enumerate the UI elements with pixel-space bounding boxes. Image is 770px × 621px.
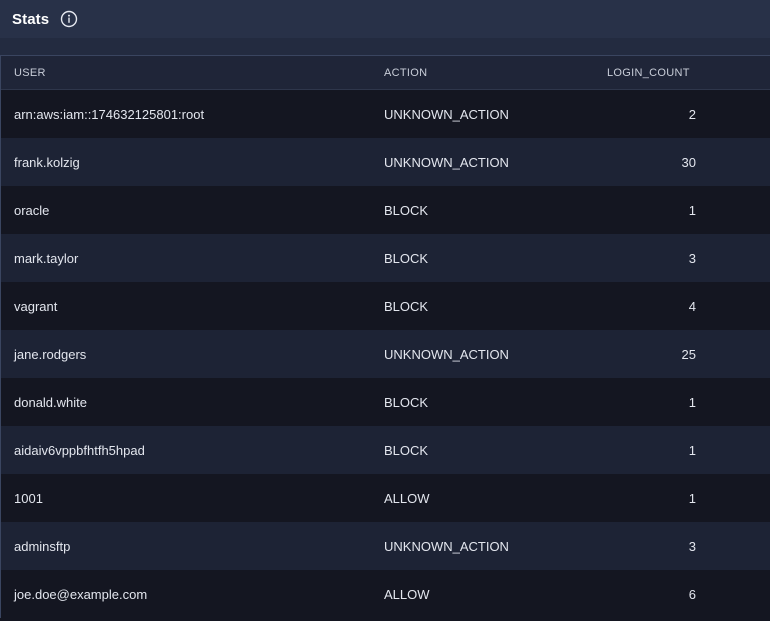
cell-user: 1001 [14, 490, 43, 506]
cell-login-count: 25 [681, 346, 696, 362]
cell-login-count: 1 [688, 490, 696, 506]
table-row[interactable]: vagrant BLOCK 4 [1, 282, 770, 330]
info-icon[interactable] [60, 10, 78, 28]
cell-user: donald.white [14, 394, 87, 410]
info-icon-graphic [60, 10, 78, 28]
stats-table: USER ACTION LOGIN_COUNT arn:aws:iam::174… [1, 56, 770, 618]
cell-login-count: 3 [688, 538, 696, 554]
table-row[interactable]: arn:aws:iam::174632125801:root UNKNOWN_AC… [1, 89, 770, 138]
column-header-login-count[interactable]: LOGIN_COUNT [607, 56, 770, 90]
table-body: arn:aws:iam::174632125801:root UNKNOWN_AC… [1, 89, 770, 618]
cell-login-count: 3 [688, 250, 696, 266]
cell-action: UNKNOWN_ACTION [384, 538, 509, 554]
cell-action: UNKNOWN_ACTION [384, 346, 509, 362]
column-header-user[interactable]: USER [1, 56, 384, 90]
cell-login-count: 1 [688, 442, 696, 458]
table-header: USER ACTION LOGIN_COUNT [1, 56, 770, 90]
cell-user: jane.rodgers [14, 346, 87, 362]
cell-action: UNKNOWN_ACTION [384, 154, 509, 170]
cell-login-count: 4 [688, 298, 696, 314]
table-row[interactable]: frank.kolzig UNKNOWN_ACTION 30 [1, 138, 770, 186]
cell-user: oracle [14, 202, 50, 218]
table-header-row: USER ACTION LOGIN_COUNT [1, 56, 770, 90]
cell-action: ALLOW [384, 490, 430, 506]
panel-title: Stats [12, 10, 50, 28]
cell-action: BLOCK [384, 442, 429, 458]
cell-user: vagrant [14, 298, 58, 314]
cell-action: BLOCK [384, 202, 429, 218]
panel-header: Stats [0, 0, 770, 38]
cell-user: aidaiv6vppbfhtfh5hpad [14, 442, 145, 458]
cell-action: UNKNOWN_ACTION [384, 106, 509, 122]
table-row[interactable]: joe.doe@example.com ALLOW 6 [1, 570, 770, 618]
table-row[interactable]: jane.rodgers UNKNOWN_ACTION 25 [1, 330, 770, 378]
stats-table-container: USER ACTION LOGIN_COUNT arn:aws:iam::174… [0, 55, 770, 618]
table-row[interactable]: donald.white BLOCK 1 [1, 378, 770, 426]
table-row[interactable]: aidaiv6vppbfhtfh5hpad BLOCK 1 [1, 426, 770, 474]
cell-login-count: 30 [681, 154, 696, 170]
cell-action: BLOCK [384, 394, 429, 410]
cell-login-count: 1 [688, 202, 696, 218]
table-row[interactable]: adminsftp UNKNOWN_ACTION 3 [1, 522, 770, 570]
stats-panel: Stats USER ACTION LOGIN_COUNT arn:aws:ia… [0, 0, 770, 621]
cell-action: BLOCK [384, 250, 429, 266]
table-row[interactable]: mark.taylor BLOCK 3 [1, 234, 770, 282]
cell-user: mark.taylor [14, 250, 79, 266]
cell-login-count: 1 [688, 394, 696, 410]
column-header-action[interactable]: ACTION [384, 56, 607, 90]
cell-action: ALLOW [384, 586, 430, 602]
table-row[interactable]: 1001 ALLOW 1 [1, 474, 770, 522]
header-gap [0, 38, 770, 55]
cell-user: adminsftp [14, 538, 71, 554]
cell-login-count: 2 [688, 106, 696, 122]
table-row[interactable]: oracle BLOCK 1 [1, 186, 770, 234]
cell-login-count: 6 [688, 586, 696, 602]
cell-user: arn:aws:iam::174632125801:root [14, 106, 205, 122]
cell-user: joe.doe@example.com [14, 586, 148, 602]
cell-user: frank.kolzig [14, 154, 80, 170]
cell-action: BLOCK [384, 298, 429, 314]
